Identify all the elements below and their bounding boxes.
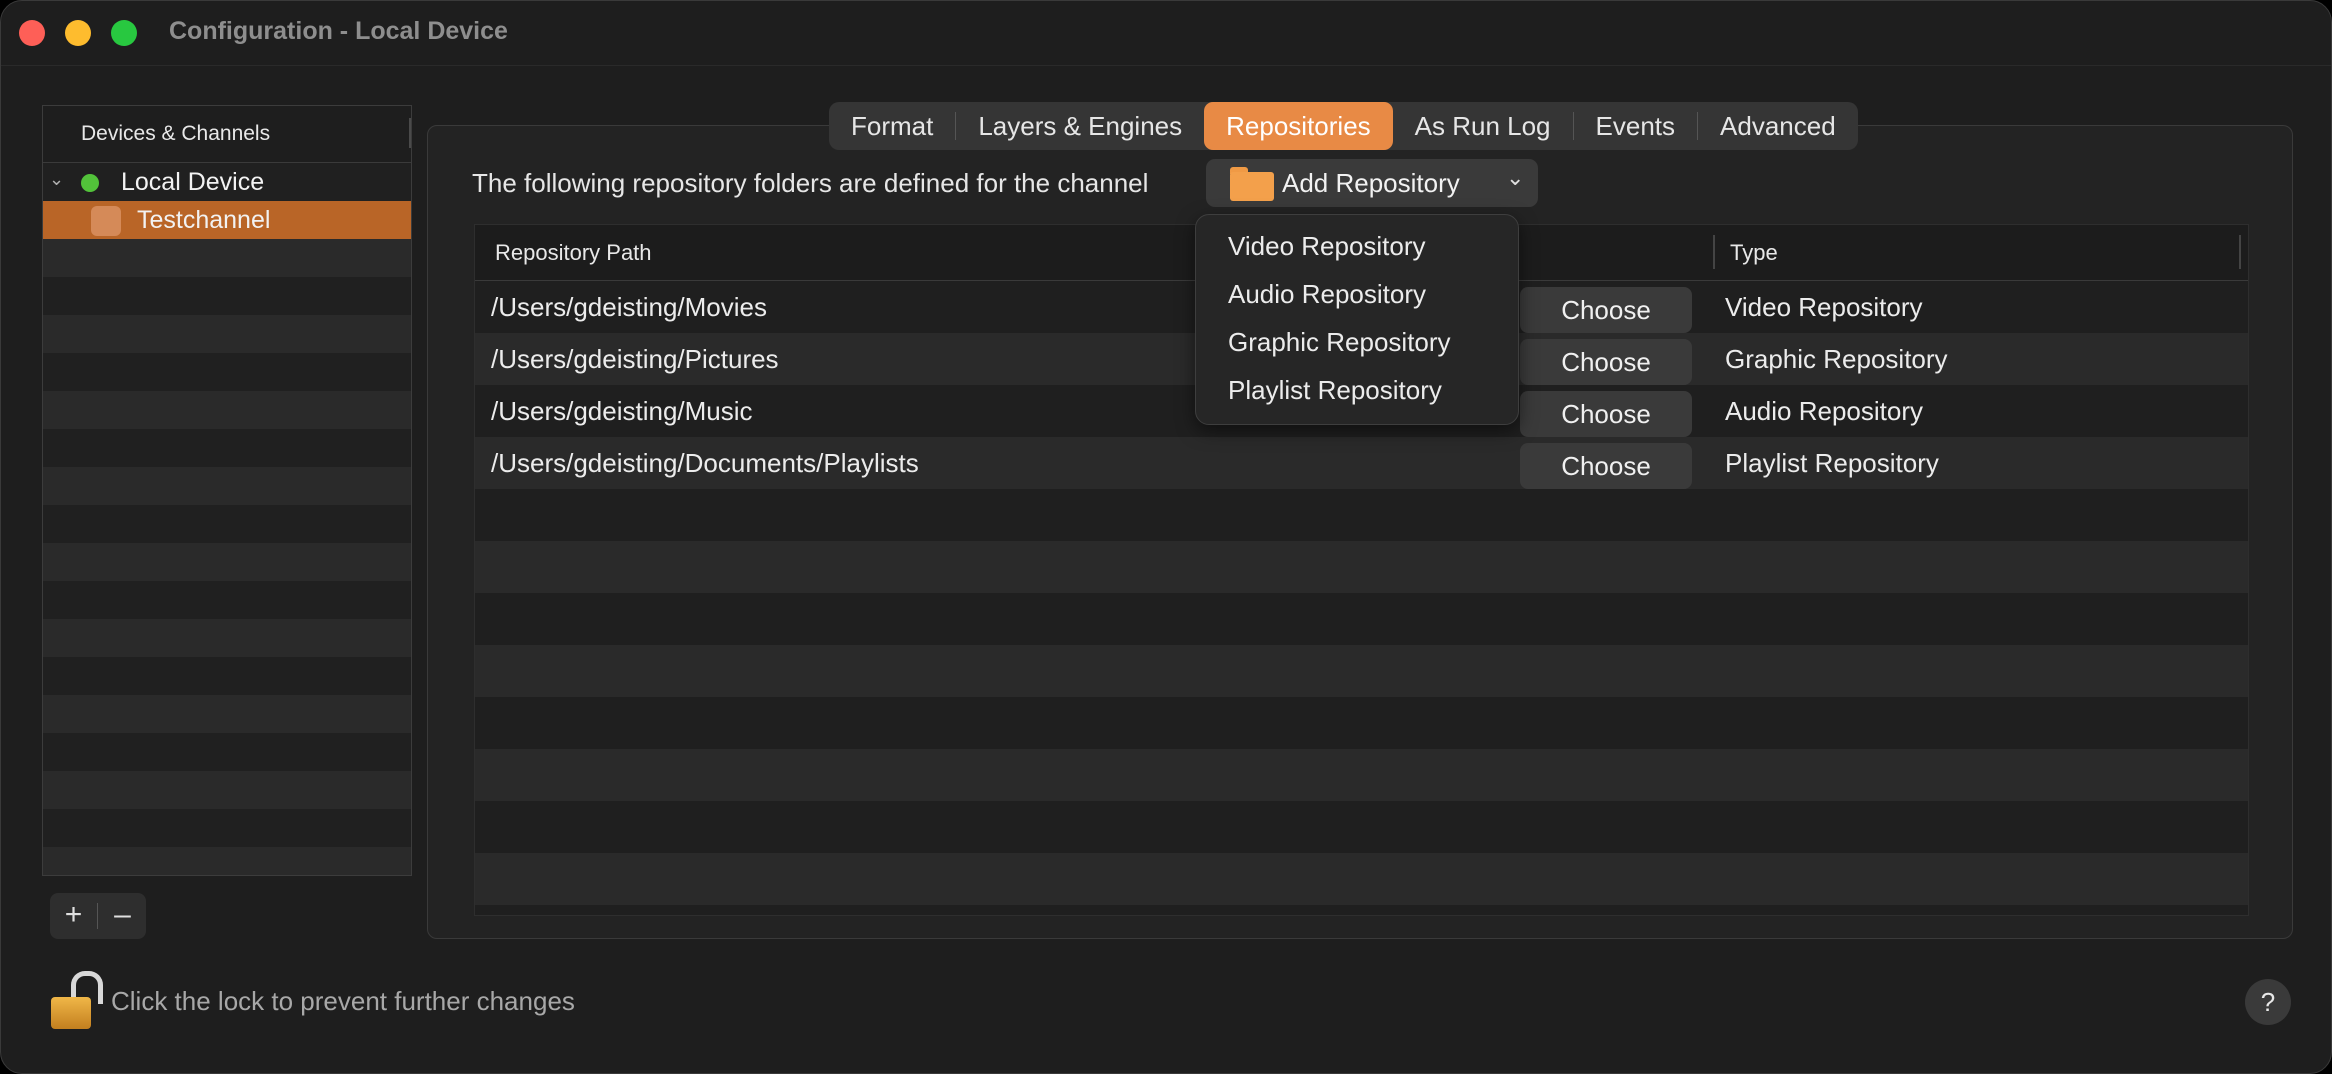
repository-type: Audio Repository xyxy=(1725,396,1923,426)
empty-row xyxy=(475,697,2248,749)
empty-row xyxy=(475,853,2248,905)
empty-row xyxy=(43,505,411,543)
empty-row xyxy=(43,809,411,847)
repository-path: /Users/gdeisting/Movies xyxy=(491,292,767,322)
column-divider[interactable] xyxy=(2239,235,2241,269)
choose-button[interactable]: Choose xyxy=(1520,339,1692,385)
sidebar-header: Devices & Channels xyxy=(43,106,411,163)
sidebar-item-local-device[interactable]: ⌄ Local Device xyxy=(43,163,411,201)
repositories-description: The following repository folders are def… xyxy=(472,168,1149,198)
menu-item-graphic-repository[interactable]: Graphic Repository xyxy=(1228,327,1451,358)
tab-layers-engines[interactable]: Layers & Engines xyxy=(956,102,1204,150)
empty-row xyxy=(43,619,411,657)
repository-path: /Users/gdeisting/Pictures xyxy=(491,344,779,374)
add-repository-menu: Video Repository Audio Repository Graphi… xyxy=(1195,214,1519,425)
repository-path: /Users/gdeisting/Documents/Playlists xyxy=(491,448,919,478)
repository-path: /Users/gdeisting/Music xyxy=(491,396,753,426)
tab-events[interactable]: Events xyxy=(1574,102,1698,150)
empty-row xyxy=(475,645,2248,697)
sidebar-item-label: Local Device xyxy=(121,168,265,196)
chevron-down-icon[interactable]: ⌄ xyxy=(49,169,64,190)
empty-row xyxy=(43,733,411,771)
choose-button[interactable]: Choose xyxy=(1520,287,1692,333)
menu-item-audio-repository[interactable]: Audio Repository xyxy=(1228,279,1426,310)
empty-row xyxy=(43,277,411,315)
close-window-button[interactable] xyxy=(19,20,45,46)
choose-button[interactable]: Choose xyxy=(1520,391,1692,437)
title-bar: Configuration - Local Device xyxy=(1,1,2331,66)
empty-row xyxy=(43,429,411,467)
empty-row xyxy=(43,315,411,353)
empty-row xyxy=(43,581,411,619)
empty-row xyxy=(43,657,411,695)
tab-repositories[interactable]: Repositories xyxy=(1204,102,1393,150)
sidebar-add-remove-group: + – xyxy=(50,893,146,939)
configuration-window: Configuration - Local Device Devices & C… xyxy=(0,0,2332,1074)
empty-row xyxy=(475,801,2248,853)
empty-row xyxy=(43,391,411,429)
lock-icon[interactable] xyxy=(51,971,103,1031)
status-dot-icon xyxy=(81,174,99,192)
add-channel-button[interactable]: + xyxy=(50,893,97,939)
tab-as-run-log[interactable]: As Run Log xyxy=(1393,102,1573,150)
empty-row xyxy=(43,353,411,391)
empty-row xyxy=(475,749,2248,801)
remove-channel-button[interactable]: – xyxy=(99,893,146,939)
column-divider[interactable] xyxy=(1713,235,1715,269)
chevron-down-icon: ⌄ xyxy=(1506,165,1525,190)
minimize-window-button[interactable] xyxy=(65,20,91,46)
choose-button[interactable]: Choose xyxy=(1520,443,1692,489)
empty-row xyxy=(43,467,411,505)
column-divider xyxy=(409,118,411,148)
repository-type: Graphic Repository xyxy=(1725,344,1948,374)
tab-advanced[interactable]: Advanced xyxy=(1698,102,1858,150)
help-button[interactable]: ? xyxy=(2245,979,2291,1025)
tab-bar: Format Layers & Engines Repositories As … xyxy=(829,102,1858,150)
lock-hint-text: Click the lock to prevent further change… xyxy=(111,986,575,1016)
column-header-type[interactable]: Type xyxy=(1730,240,1778,266)
empty-row xyxy=(43,847,411,875)
button-divider xyxy=(97,903,98,929)
empty-row xyxy=(43,239,411,277)
repository-type: Playlist Repository xyxy=(1725,448,1939,478)
empty-row xyxy=(43,771,411,809)
channel-icon xyxy=(91,206,121,236)
folder-icon xyxy=(1230,167,1274,201)
empty-row xyxy=(43,695,411,733)
tab-format[interactable]: Format xyxy=(829,102,955,150)
menu-item-playlist-repository[interactable]: Playlist Repository xyxy=(1228,375,1442,406)
sidebar-item-testchannel[interactable]: Testchannel xyxy=(43,201,411,239)
table-row[interactable]: /Users/gdeisting/Documents/Playlists Cho… xyxy=(475,437,2248,489)
sidebar-header-label: Devices & Channels xyxy=(81,122,271,145)
empty-row xyxy=(43,543,411,581)
empty-row xyxy=(475,489,2248,541)
empty-row xyxy=(475,593,2248,645)
empty-row xyxy=(475,541,2248,593)
menu-item-video-repository[interactable]: Video Repository xyxy=(1228,231,1426,262)
window-title: Configuration - Local Device xyxy=(169,17,508,45)
sidebar-item-label: Testchannel xyxy=(137,206,271,234)
add-repository-button[interactable]: Add Repository ⌄ xyxy=(1206,159,1538,207)
devices-sidebar: Devices & Channels ⌄ Local Device Testch… xyxy=(42,105,412,876)
column-header-path[interactable]: Repository Path xyxy=(495,240,652,266)
add-repository-label: Add Repository xyxy=(1282,168,1460,198)
repository-type: Video Repository xyxy=(1725,292,1923,322)
maximize-window-button[interactable] xyxy=(111,20,137,46)
